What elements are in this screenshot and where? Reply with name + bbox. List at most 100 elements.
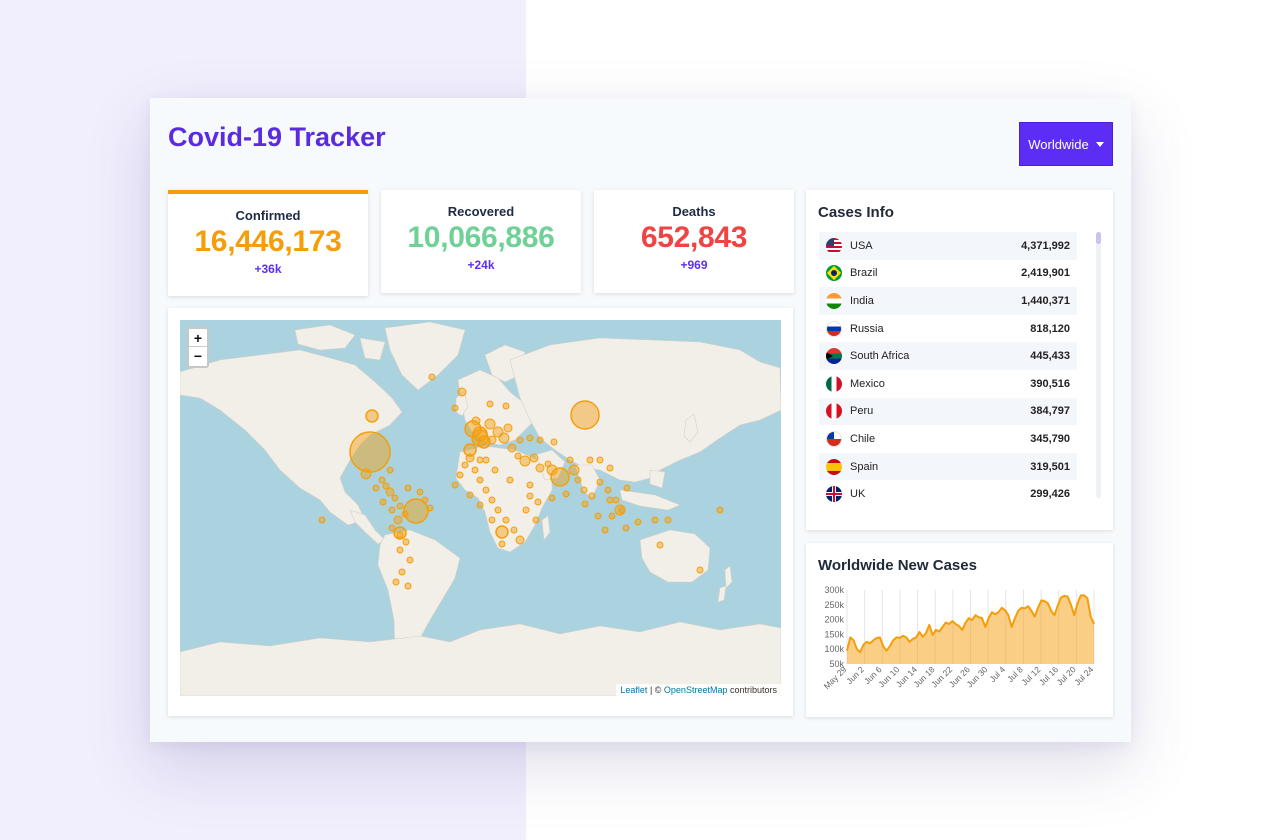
case-circle[interactable] <box>623 484 631 492</box>
case-circle[interactable] <box>550 438 558 446</box>
case-circle[interactable] <box>482 486 490 494</box>
case-circle[interactable] <box>612 496 620 504</box>
scrollbar-thumb[interactable] <box>1096 232 1101 244</box>
case-circle[interactable] <box>548 494 556 502</box>
case-circle[interactable] <box>486 400 494 408</box>
case-circle[interactable] <box>488 496 496 504</box>
case-circle[interactable] <box>392 578 400 586</box>
list-item[interactable]: Chile 345,790 <box>819 425 1077 453</box>
case-circle[interactable] <box>372 484 380 492</box>
case-circle[interactable] <box>393 515 403 525</box>
list-item[interactable]: Spain 319,501 <box>819 452 1077 481</box>
case-circle[interactable] <box>404 484 412 492</box>
case-circle[interactable] <box>451 481 459 489</box>
list-item[interactable]: South Africa 445,433 <box>819 342 1077 370</box>
case-circle[interactable] <box>379 498 387 506</box>
case-circle[interactable] <box>404 582 412 590</box>
list-item[interactable]: Peru 384,797 <box>819 397 1077 426</box>
case-circle[interactable] <box>568 464 580 476</box>
case-circle[interactable] <box>471 466 479 474</box>
case-circle[interactable] <box>634 518 642 526</box>
case-circle[interactable] <box>510 526 518 534</box>
case-circle[interactable] <box>532 516 540 524</box>
case-circle[interactable] <box>396 546 404 554</box>
case-circle[interactable] <box>716 506 724 514</box>
zoom-out-button[interactable]: − <box>189 347 207 365</box>
case-circle[interactable] <box>526 481 534 489</box>
case-circle[interactable] <box>401 510 409 518</box>
case-circle[interactable] <box>476 456 484 464</box>
case-circle[interactable] <box>349 431 391 473</box>
case-circle[interactable] <box>622 524 630 532</box>
case-circle[interactable] <box>601 526 609 534</box>
confirmed-card[interactable]: Confirmed 16,446,173 +36k <box>168 190 368 296</box>
case-circle[interactable] <box>426 504 434 512</box>
leaflet-link[interactable]: Leaflet <box>620 685 647 695</box>
case-circle[interactable] <box>385 487 395 497</box>
case-circle[interactable] <box>456 471 464 479</box>
case-circle[interactable] <box>396 502 404 510</box>
country-select[interactable]: Worldwide <box>1019 122 1113 166</box>
case-circle[interactable] <box>391 494 399 502</box>
case-circle[interactable] <box>494 506 502 514</box>
case-circle[interactable] <box>515 535 525 545</box>
case-circle[interactable] <box>495 525 509 539</box>
case-circle[interactable] <box>562 490 570 498</box>
case-circle[interactable] <box>488 516 496 524</box>
case-circle[interactable] <box>406 556 414 564</box>
cases-list-scrollbar[interactable] <box>1096 232 1101 498</box>
world-map[interactable]: + − Leaflet | © OpenStreetMap contributo… <box>180 320 781 696</box>
case-circle[interactable] <box>396 531 404 539</box>
case-circle[interactable] <box>519 455 531 467</box>
case-circle[interactable] <box>482 456 490 464</box>
case-circle[interactable] <box>606 496 614 504</box>
case-circle[interactable] <box>516 436 524 444</box>
case-circle[interactable] <box>502 402 510 410</box>
case-circle[interactable] <box>522 506 530 514</box>
case-circle[interactable] <box>529 453 539 463</box>
case-circle[interactable] <box>536 436 544 444</box>
case-circle[interactable] <box>534 498 542 506</box>
case-circle[interactable] <box>586 456 594 464</box>
case-circle[interactable] <box>596 456 604 464</box>
list-item[interactable]: Mexico 390,516 <box>819 370 1077 398</box>
case-circle[interactable] <box>506 476 514 484</box>
case-circle[interactable] <box>574 476 582 484</box>
case-circle[interactable] <box>476 501 484 509</box>
case-circle[interactable] <box>466 491 474 499</box>
case-circle[interactable] <box>451 404 459 412</box>
case-circle[interactable] <box>398 568 406 576</box>
case-circle[interactable] <box>596 478 604 486</box>
list-item[interactable]: Russia 818,120 <box>819 315 1077 343</box>
case-circle[interactable] <box>606 464 614 472</box>
case-circle[interactable] <box>651 516 659 524</box>
case-circle[interactable] <box>498 540 506 548</box>
case-circle[interactable] <box>421 496 429 504</box>
case-circle[interactable] <box>594 512 602 520</box>
list-item[interactable]: UK 299,426 <box>819 480 1077 508</box>
case-circle[interactable] <box>386 466 394 474</box>
case-circle[interactable] <box>484 418 496 430</box>
case-circle[interactable] <box>365 409 379 423</box>
case-circle[interactable] <box>465 453 475 463</box>
case-circle[interactable] <box>487 435 497 445</box>
case-circle[interactable] <box>498 432 510 444</box>
case-circle[interactable] <box>503 423 513 433</box>
case-circle[interactable] <box>378 476 386 484</box>
case-circle[interactable] <box>696 566 704 574</box>
case-circle[interactable] <box>461 461 469 469</box>
case-circle[interactable] <box>604 486 612 494</box>
case-circle[interactable] <box>388 506 396 514</box>
case-circle[interactable] <box>614 504 626 516</box>
case-circle[interactable] <box>566 456 574 464</box>
case-circle[interactable] <box>502 516 510 524</box>
cases-list[interactable]: USA 4,371,992 Brazil 2,419,901 India 1,4… <box>819 232 1077 508</box>
case-circle[interactable] <box>656 541 664 549</box>
case-circle[interactable] <box>526 492 534 500</box>
case-circle[interactable] <box>471 416 481 426</box>
list-item[interactable]: USA 4,371,992 <box>819 232 1077 260</box>
case-circle[interactable] <box>608 512 616 520</box>
case-circle[interactable] <box>546 464 558 476</box>
zoom-in-button[interactable]: + <box>189 329 207 347</box>
case-circle[interactable] <box>588 492 596 500</box>
